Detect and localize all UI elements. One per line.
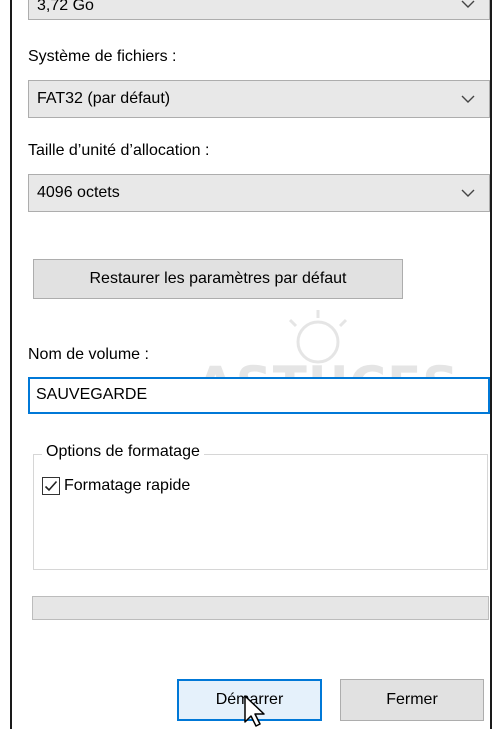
volume-name-input[interactable]: [36, 386, 476, 404]
window-frame-left: [0, 0, 12, 729]
format-progress-bar: [32, 596, 489, 620]
mouse-pointer-icon: [244, 695, 265, 727]
allocation-label: Taille d’unité d’allocation :: [28, 142, 210, 159]
window-frame-right: [490, 0, 502, 729]
quick-format-checkbox[interactable]: [42, 477, 60, 495]
lightbulb-icon: [288, 310, 348, 364]
checkmark-icon: [44, 480, 58, 492]
chevron-down-icon: [461, 95, 475, 103]
volume-label: Nom de volume :: [28, 346, 149, 363]
filesystem-label: Système de fichiers :: [28, 48, 177, 65]
restore-defaults-button[interactable]: Restaurer les paramètres par défaut: [33, 259, 403, 299]
chevron-down-icon: [461, 0, 475, 8]
volume-name-field[interactable]: [28, 377, 490, 414]
quick-format-label: Formatage rapide: [64, 477, 191, 494]
chevron-down-icon: [461, 189, 475, 197]
allocation-value: 4096 octets: [37, 184, 120, 201]
allocation-dropdown[interactable]: 4096 octets: [28, 174, 490, 212]
quick-format-option[interactable]: Formatage rapide: [42, 477, 190, 495]
format-options-group: Options de formatage Formatage rapide: [33, 443, 488, 570]
filesystem-value: FAT32 (par défaut): [37, 90, 171, 107]
close-button[interactable]: Fermer: [340, 679, 484, 721]
filesystem-dropdown[interactable]: FAT32 (par défaut): [28, 80, 490, 118]
capacity-value: 3,72 Go: [37, 0, 94, 14]
capacity-dropdown[interactable]: 3,72 Go: [28, 0, 490, 20]
format-options-legend: Options de formatage: [42, 443, 204, 461]
